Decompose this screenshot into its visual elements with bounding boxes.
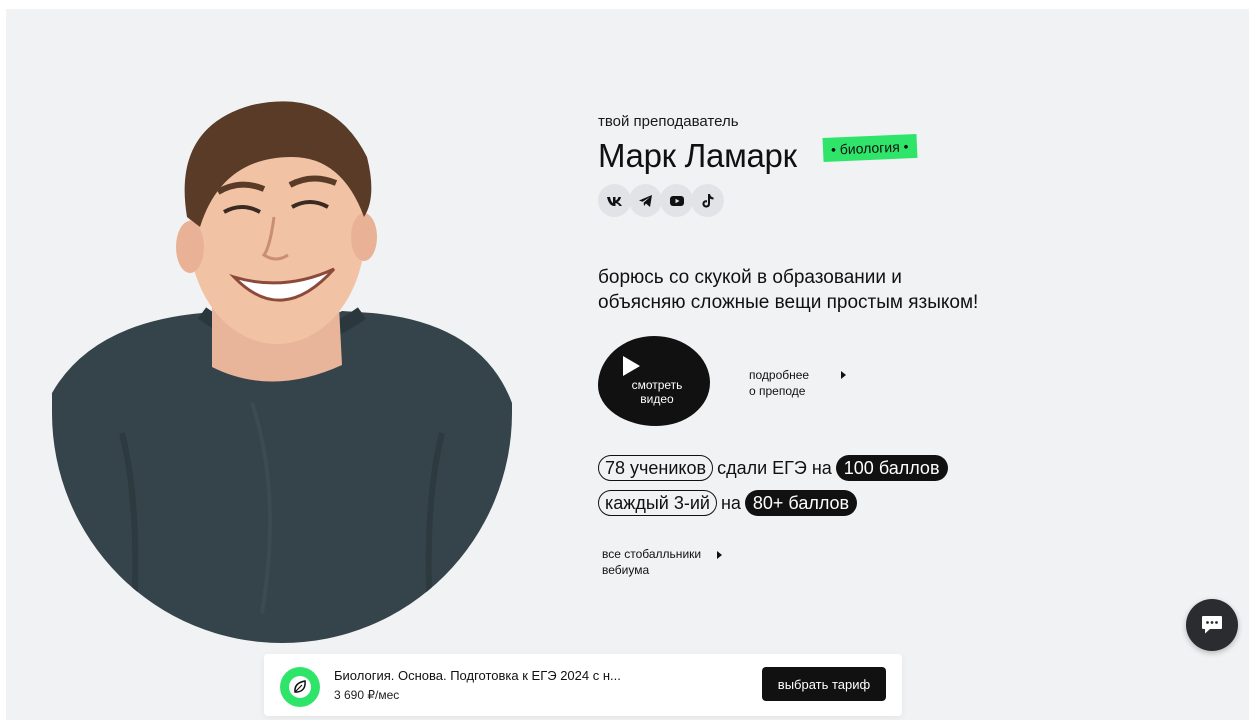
tiktok-link[interactable] — [691, 184, 724, 217]
tagline-line-1: борюсь со скукой в образовании и — [598, 267, 902, 288]
page-background: твой преподаватель Марк Ламарк • биологи… — [6, 9, 1249, 720]
telegram-link[interactable] — [629, 184, 662, 217]
choose-plan-button[interactable]: выбрать тариф — [762, 667, 886, 701]
stat-students-100: 78 учеников сдали ЕГЭ на 100 баллов — [598, 455, 948, 481]
youtube-icon — [669, 195, 684, 206]
play-icon — [623, 356, 640, 376]
all-100-scorers-link[interactable]: все стобалльники вебиума — [602, 546, 722, 578]
chevron-right-icon — [717, 551, 722, 559]
teacher-name: Марк Ламарк — [598, 137, 797, 174]
watch-video-button[interactable]: смотреть видео — [598, 336, 710, 426]
score-80-pill: 80+ баллов — [744, 490, 858, 516]
youtube-link[interactable] — [660, 184, 693, 217]
stat-passed-text: сдали ЕГЭ на — [717, 457, 832, 478]
course-icon — [280, 667, 320, 707]
more-link-line-1: подробнее — [749, 368, 810, 382]
tagline-line-2: объясняю сложные вещи простым языком! — [598, 292, 979, 313]
score-100-pill: 100 баллов — [835, 455, 948, 481]
teacher-photo — [52, 87, 512, 643]
all-link-line-2: вебиума — [602, 563, 650, 577]
leaf-icon — [289, 676, 311, 698]
every-third-pill: каждый 3-ий — [598, 490, 717, 516]
vk-icon — [606, 196, 622, 206]
stat-on-text: на — [720, 492, 741, 513]
course-title: Биология. Основа. Подготовка к ЕГЭ 2024 … — [334, 668, 621, 683]
teacher-intro: твой преподаватель — [598, 113, 739, 130]
course-price: 3 690 ₽/мес — [334, 688, 400, 702]
chat-button[interactable] — [1186, 599, 1238, 651]
course-bottom-bar: Биология. Основа. Подготовка к ЕГЭ 2024 … — [264, 654, 902, 716]
social-links — [598, 184, 724, 217]
stat-every-third: каждый 3-ий на 80+ баллов — [598, 490, 858, 516]
more-about-teacher-link[interactable]: подробнее о преподе — [749, 367, 846, 399]
watch-video-label: смотреть видео — [630, 378, 684, 406]
tiktok-icon — [701, 193, 713, 208]
watch-video-label-line-2: видео — [640, 392, 674, 406]
vk-link[interactable] — [598, 184, 631, 217]
chevron-right-icon — [841, 371, 846, 379]
all-link-line-1: все стобалльники — [602, 547, 702, 561]
watch-video-label-line-1: смотреть — [631, 378, 683, 392]
students-count-pill: 78 учеников — [598, 455, 714, 481]
telegram-icon — [638, 194, 652, 207]
chat-icon — [1202, 616, 1222, 634]
more-link-line-2: о преподе — [749, 384, 806, 398]
subject-badge: • биология • — [822, 133, 918, 163]
teacher-tagline: борюсь со скукой в образовании и объясня… — [598, 265, 1018, 315]
